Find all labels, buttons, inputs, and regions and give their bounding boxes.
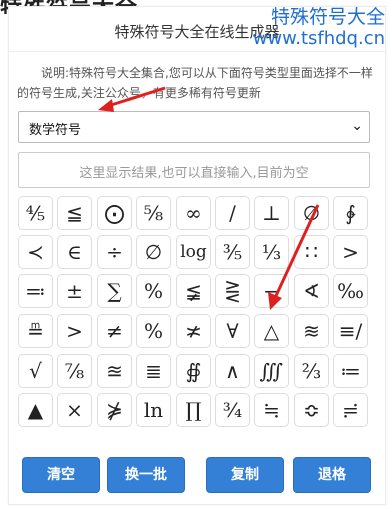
annotation-arrows	[98, 86, 320, 310]
arrow-to-select	[98, 86, 166, 112]
arrow-to-symbol	[268, 204, 320, 310]
